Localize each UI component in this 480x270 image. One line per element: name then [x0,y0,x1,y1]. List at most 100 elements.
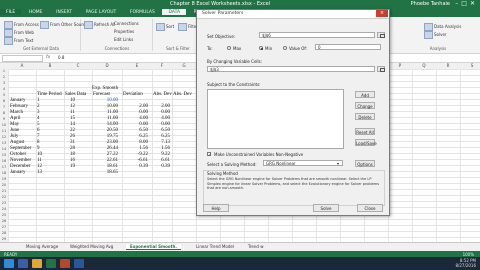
month-cell[interactable]: April [10,116,21,121]
deviation-cell[interactable]: 0.39 [122,164,148,169]
month-cell[interactable]: May [10,122,19,127]
excel-icon[interactable] [46,259,56,268]
column-header[interactable]: A [8,63,36,68]
sales-cell[interactable]: 18 [70,152,75,157]
forecast-cell[interactable]: 18.65 [92,170,118,175]
zoom-level[interactable]: 100% [463,252,474,257]
forecast-cell[interactable]: 26.44 [92,146,118,151]
forecast-cell[interactable]: 14.00 [92,122,118,127]
deviation-cell[interactable]: 8.00 [122,140,148,145]
sales-cell[interactable]: 16 [70,158,75,163]
row-header[interactable]: 10 [0,123,8,127]
period-cell[interactable]: 12 [37,164,42,169]
column-header[interactable]: P [388,63,412,68]
month-cell[interactable]: March [10,110,23,115]
changing-cells-collapse-icon[interactable] [377,66,385,72]
folder-icon[interactable] [32,259,42,268]
sales-cell[interactable]: 28 [70,146,75,151]
properties-button[interactable]: Properties [114,29,134,34]
month-cell[interactable]: October [10,152,26,157]
sheet-tab-linear-trend-model[interactable]: Linear Trend Model [192,244,238,249]
row-header[interactable]: 5 [0,93,8,97]
deviation-cell[interactable]: 1.56 [122,146,148,151]
deviation-cell[interactable]: 6.25 [122,134,148,139]
forecast-cell[interactable]: 22.61 [92,158,118,163]
row-header[interactable]: 29 [0,237,8,241]
period-cell[interactable]: 5 [37,122,40,127]
month-cell[interactable]: August [10,140,24,145]
row-header[interactable]: 7 [0,105,8,109]
forecast-cell[interactable]: 18.61 [92,164,118,169]
row-header[interactable]: 8 [0,111,8,115]
period-cell[interactable]: 9 [37,146,40,151]
method-select[interactable]: GRG Nonlinear [263,160,343,166]
tab-data[interactable]: DATA [162,9,187,15]
close-button[interactable]: Close [357,204,383,212]
month-cell[interactable]: February [10,104,28,109]
column-header[interactable]: Q [412,63,436,68]
row-header[interactable]: 13 [0,141,8,145]
header-cell[interactable]: Abs. Dev [173,92,192,97]
absdev-cell[interactable]: 6.50 [146,128,170,133]
period-cell[interactable]: 8 [37,140,40,145]
month-cell[interactable]: June [10,128,19,133]
period-cell[interactable]: 6 [37,128,40,133]
row-header[interactable]: 3 [0,81,8,85]
deviation-cell[interactable]: -6.61 [122,158,148,163]
objective-collapse-icon[interactable] [377,32,385,38]
close-icon[interactable]: × [376,10,388,17]
to-min-radio[interactable] [259,46,263,50]
solve-button[interactable]: Solve [313,204,339,212]
absdev-cell[interactable]: 0.00 [146,110,170,115]
row-header[interactable]: 2 [0,75,8,79]
absdev-cell[interactable]: 7.13 [146,140,170,145]
tab-formulas[interactable]: FORMULAS [124,9,161,15]
sheet-tab-weighted-moving-avg[interactable]: Weighted Moving Avg [66,244,117,249]
column-header[interactable]: E [122,63,152,68]
forecast-cell[interactable]: 10.00 [92,104,118,109]
delete-button[interactable]: Delete [355,113,375,120]
chevron-down-icon[interactable]: ▾ [337,161,339,166]
column-header[interactable]: D [92,63,122,68]
browser-icon[interactable] [18,259,28,268]
powerpoint-icon[interactable] [60,259,70,268]
header-cell[interactable]: Exp. Smooth [92,86,132,91]
month-cell[interactable]: November [10,158,31,163]
help-button[interactable]: Help [203,204,229,212]
forecast-cell[interactable]: 19.75 [92,134,118,139]
changing-cells-input[interactable]: $J$3 [207,66,375,72]
row-header[interactable]: 21 [0,189,8,193]
value-of-input[interactable]: 0 [315,44,381,50]
absdev-cell[interactable]: 4.00 [146,116,170,121]
sales-cell[interactable]: 22 [70,128,75,133]
nonnegative-checkbox[interactable]: ✓ [207,152,211,157]
absdev-cell[interactable]: 9.22 [146,152,170,157]
deviation-cell[interactable]: -9.22 [122,152,148,157]
forecast-cell[interactable]: 20.50 [92,128,118,133]
clock[interactable]: 8:52 PM 8/27/2016 [455,258,476,268]
reset-all-button[interactable]: Reset All [355,128,375,135]
forecast-cell[interactable]: 10.00 [92,98,118,103]
user-name[interactable]: Phoebe Tanhaie [411,1,450,7]
row-header[interactable]: 12 [0,135,8,139]
deviation-cell[interactable]: 2.00 [122,104,148,109]
month-cell[interactable]: December [10,164,31,169]
row-header[interactable]: 23 [0,201,8,205]
sort-button[interactable]: Sort [156,23,174,31]
from-text-button[interactable]: From Text [4,37,33,45]
connections-button[interactable]: Connections [114,21,139,26]
period-cell[interactable]: 3 [37,110,40,115]
absdev-cell[interactable]: 2.00 [146,104,170,109]
header-cell[interactable]: Sales Data [65,92,86,97]
to-value-radio[interactable] [283,46,287,50]
absdev-cell[interactable]: 1.56 [146,146,170,151]
row-header[interactable]: 28 [0,231,8,235]
row-header[interactable]: 17 [0,165,8,169]
row-header[interactable]: 15 [0,153,8,157]
row-header[interactable]: 1 [0,69,8,73]
column-header[interactable]: G [172,63,196,68]
row-header[interactable]: 18 [0,171,8,175]
deviation-cell[interactable]: 4.00 [122,116,148,121]
column-header[interactable]: F [152,63,172,68]
forecast-cell[interactable]: 27.22 [92,152,118,157]
